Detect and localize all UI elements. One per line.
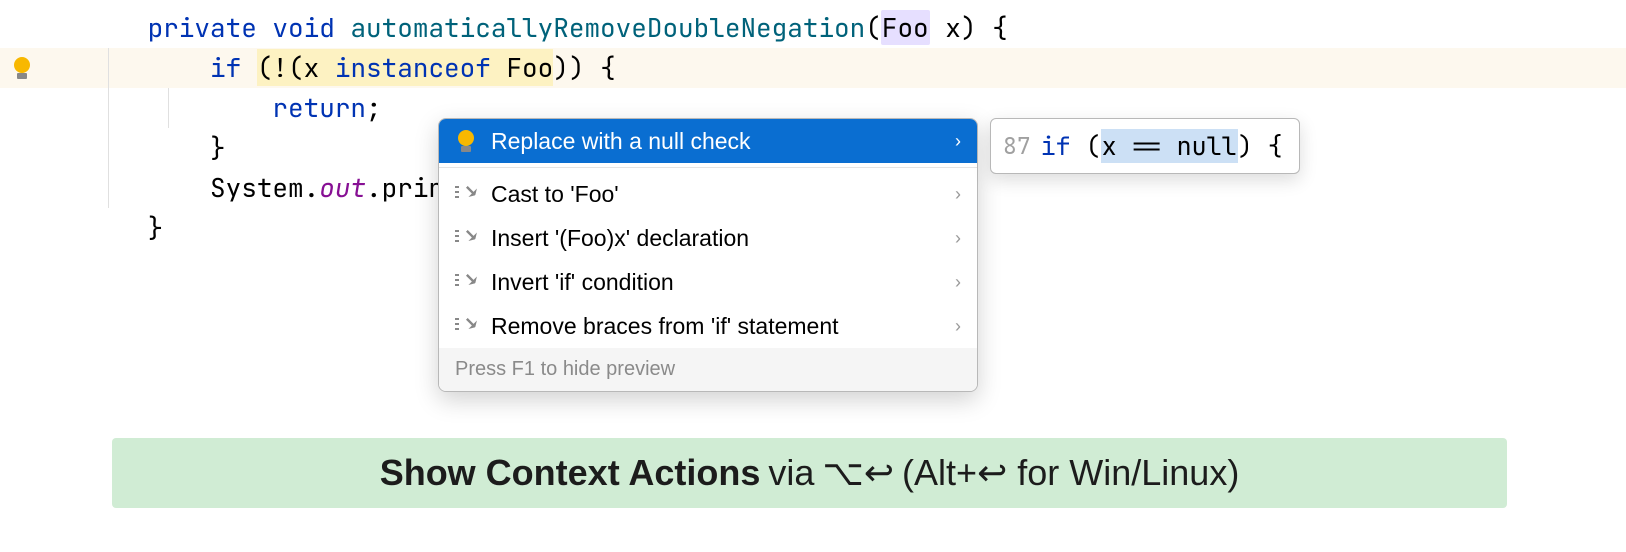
- intention-item-remove-braces[interactable]: Remove braces from 'if' statement ›: [439, 304, 977, 348]
- intention-label: Replace with a null check: [491, 128, 941, 155]
- tip-text: via: [768, 452, 814, 494]
- intention-label: Insert '(Foo)x' declaration: [491, 225, 941, 252]
- edit-icon: [455, 315, 477, 337]
- chevron-right-icon: ›: [955, 131, 961, 152]
- edit-icon: [455, 183, 477, 205]
- edit-icon: [455, 271, 477, 293]
- punct: (: [1086, 129, 1101, 163]
- punct: )) {: [553, 50, 615, 85]
- intention-popup[interactable]: Replace with a null check › Cast to 'Foo…: [438, 118, 978, 392]
- code-text: }: [44, 168, 163, 288]
- popup-hint: Press F1 to hide preview: [439, 348, 977, 391]
- chevron-right-icon: ›: [955, 184, 961, 205]
- tip-title: Show Context Actions: [380, 452, 761, 494]
- intention-preview: 87 if (x == null) {: [990, 118, 1300, 174]
- punct: ;: [366, 90, 382, 125]
- keyword: return: [272, 90, 366, 125]
- punct: ) {: [961, 10, 1008, 45]
- intention-item-invert[interactable]: Invert 'if' condition ›: [439, 260, 977, 304]
- gutter-bulb[interactable]: [0, 57, 44, 79]
- keyword: if: [1041, 129, 1086, 163]
- chevron-right-icon: ›: [955, 228, 961, 249]
- tip-banner: Show Context Actions via ⌥↩ (Alt+↩ for W…: [112, 438, 1507, 508]
- field: out: [319, 170, 366, 205]
- lightbulb-icon[interactable]: [11, 57, 33, 79]
- edit-icon: [455, 227, 477, 249]
- preview-code: if (x == null) {: [1041, 129, 1283, 163]
- separator: [439, 167, 977, 168]
- punct: ) {: [1238, 129, 1283, 163]
- lightbulb-icon: [455, 130, 477, 152]
- intention-item-replace-null-check[interactable]: Replace with a null check ›: [439, 119, 977, 163]
- type: Foo: [491, 50, 553, 85]
- brace: }: [148, 210, 164, 245]
- param-type: Foo: [881, 10, 930, 45]
- expr: x == null: [1101, 129, 1238, 163]
- class: System.: [210, 170, 319, 205]
- intention-item-insert-decl[interactable]: Insert '(Foo)x' declaration ›: [439, 216, 977, 260]
- intention-item-cast[interactable]: Cast to 'Foo' ›: [439, 172, 977, 216]
- chevron-right-icon: ›: [955, 316, 961, 337]
- punct: (: [865, 10, 881, 45]
- param-name: x: [930, 10, 961, 45]
- intention-label: Remove braces from 'if' statement: [491, 313, 941, 340]
- line-number: 87: [1003, 131, 1031, 161]
- chevron-right-icon: ›: [955, 272, 961, 293]
- intention-label: Cast to 'Foo': [491, 181, 941, 208]
- tip-text: (Alt+↩ for Win/Linux): [902, 452, 1239, 494]
- intention-label: Invert 'if' condition: [491, 269, 941, 296]
- tip-shortcut-mac: ⌥↩: [822, 452, 894, 494]
